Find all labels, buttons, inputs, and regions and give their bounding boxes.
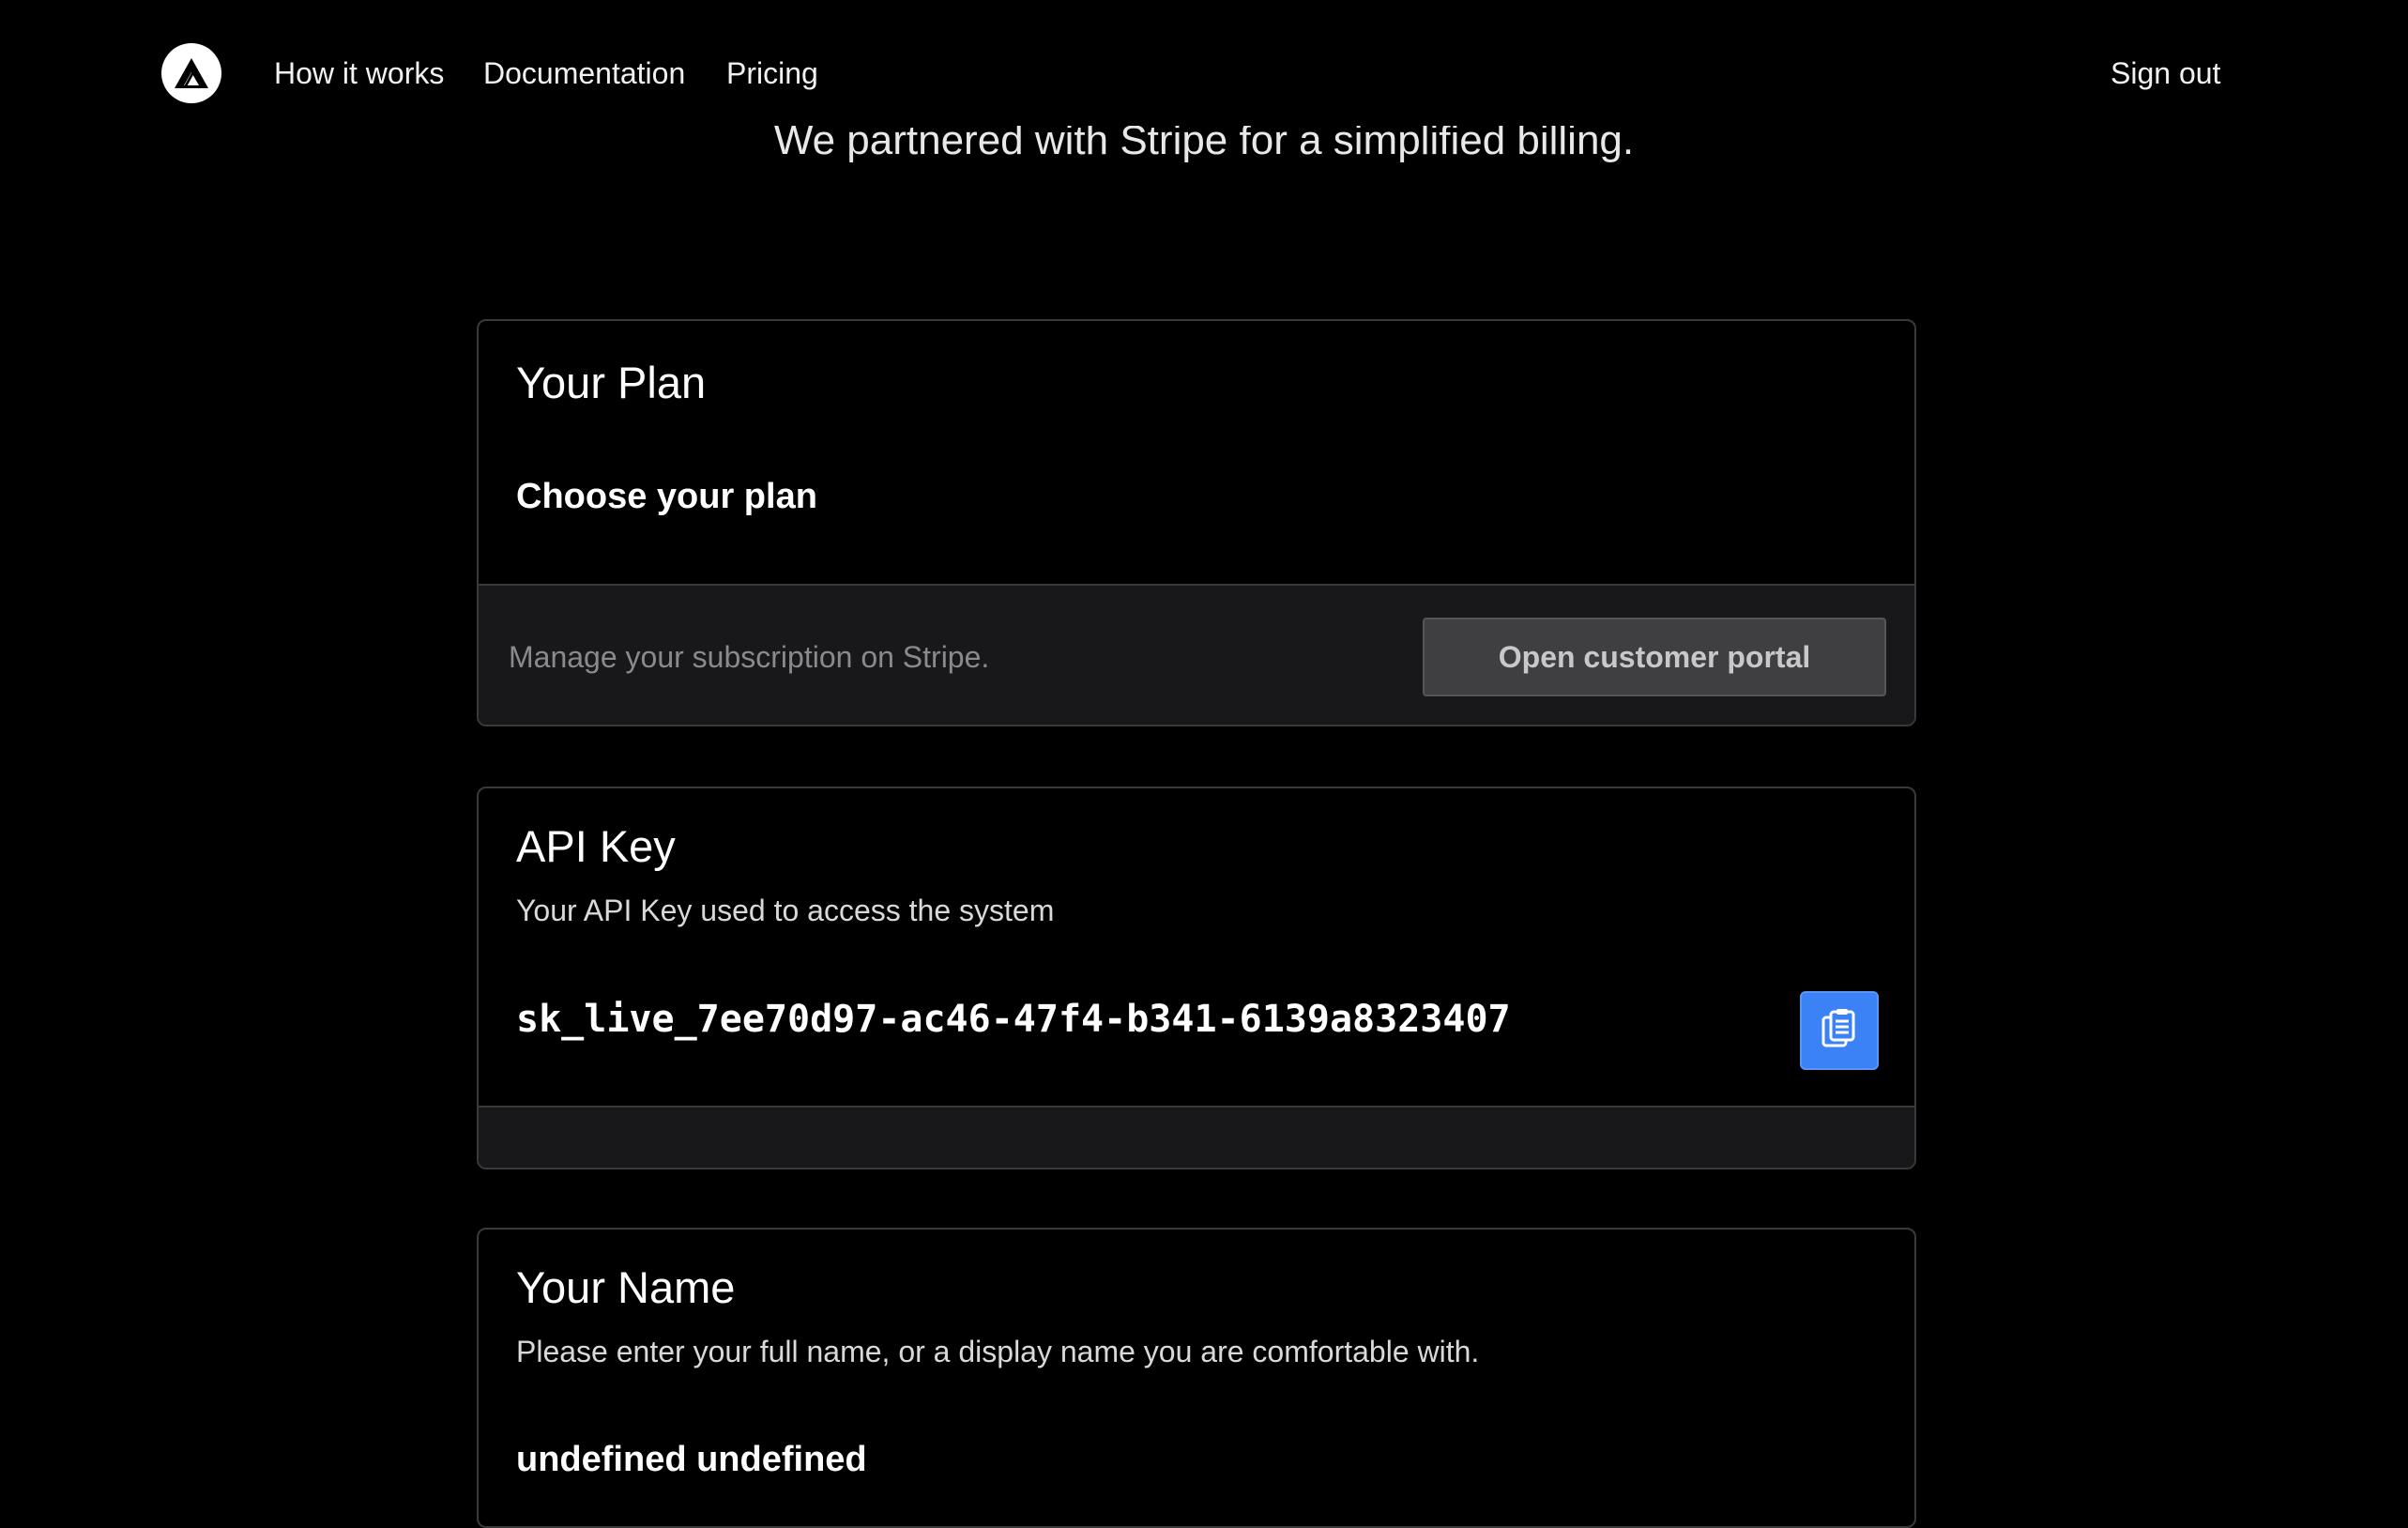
api-key-title: API Key — [516, 821, 676, 871]
nav-link-how-it-works[interactable]: How it works — [274, 53, 444, 94]
nav-link-documentation[interactable]: Documentation — [483, 53, 685, 94]
choose-plan-label: Choose your plan — [516, 477, 817, 516]
clipboard-icon — [1820, 1008, 1859, 1054]
plan-card: Your Plan Choose your plan Manage your s… — [477, 319, 1916, 726]
plan-card-footer: Manage your subscription on Stripe. Open… — [479, 584, 1914, 725]
display-name-value[interactable]: undefined undefined — [516, 1438, 867, 1481]
open-customer-portal-button[interactable]: Open customer portal — [1423, 618, 1886, 696]
top-navigation: How it works Documentation Pricing Sign … — [0, 0, 2408, 133]
plan-card-title: Your Plan — [516, 358, 707, 407]
nav-link-pricing[interactable]: Pricing — [726, 53, 818, 94]
name-card: Your Name Please enter your full name, o… — [477, 1228, 1916, 1528]
api-key-card: API Key Your API Key used to access the … — [477, 787, 1916, 1169]
name-card-title: Your Name — [516, 1262, 736, 1312]
api-key-card-footer — [479, 1106, 1914, 1168]
subscription-hint: Manage your subscription on Stripe. — [509, 640, 990, 674]
name-card-description: Please enter your full name, or a displa… — [516, 1335, 1480, 1368]
copy-api-key-button[interactable] — [1800, 991, 1879, 1070]
triangle-logo-icon[interactable] — [161, 43, 221, 103]
api-key-description: Your API Key used to access the system — [516, 894, 1055, 927]
sign-out-link[interactable]: Sign out — [2111, 53, 2220, 94]
api-key-value[interactable]: sk_live_7ee70d97-ac46-47f4-b341-6139a832… — [516, 997, 1511, 1042]
